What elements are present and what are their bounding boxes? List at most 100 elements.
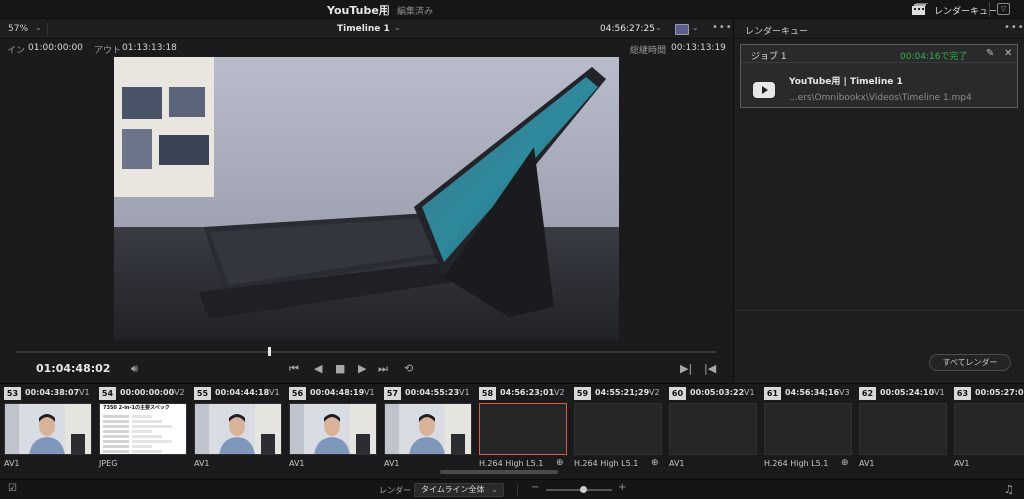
stop-icon[interactable]: ■ (335, 362, 345, 375)
render-queue-title: レンダーキュー (745, 27, 809, 37)
clip-track: V1 (459, 388, 470, 397)
edit-icon[interactable]: ✎ (986, 48, 994, 59)
clip-item[interactable]: 56 00:04:48:19 V1 AV1 (285, 384, 380, 479)
monitor-icon[interactable] (675, 24, 689, 35)
duration-value: 00:13:13:19 (671, 43, 726, 53)
render-all-button[interactable]: すべてレンダー (929, 354, 1011, 371)
chevron-down-icon[interactable]: ⌄ (35, 23, 42, 32)
divider (517, 484, 518, 496)
expand-icon[interactable]: ▽ (997, 3, 1010, 15)
render-label: レンダー (379, 486, 411, 495)
clip-codec: AV1 (4, 459, 20, 468)
play-icon[interactable]: ▶ (358, 362, 366, 375)
playhead[interactable] (268, 347, 271, 356)
render-queue-title-button[interactable]: レンダーキュー (934, 4, 997, 17)
divider (734, 310, 1024, 311)
play-reverse-icon[interactable]: ◀ (314, 362, 322, 375)
clip-timecode: 04:55:21;29 (595, 388, 650, 397)
link-icon: ⊕ (841, 458, 849, 468)
clip-item[interactable]: 59 04:55:21;29 V2 H.264 High L5.1 ⊕ (570, 384, 665, 479)
clip-item[interactable]: 60 00:05:03:22 V1 AV1 (665, 384, 760, 479)
music-note-icon[interactable]: ♫ (1004, 483, 1014, 496)
clip-thumbnail[interactable] (194, 403, 282, 455)
next-frame-icon[interactable]: ▶| (680, 362, 692, 375)
clip-codec: AV1 (954, 459, 970, 468)
clip-number: 60 (669, 387, 686, 400)
viewer-canvas[interactable] (0, 57, 732, 341)
render-job-card[interactable]: ジョブ 1 00:04:16で完了 ✎ ✕ YouTube用 | Timelin… (740, 44, 1018, 108)
render-queue-icon[interactable] (912, 3, 928, 15)
clip-item[interactable]: 57 00:04:55:23 V1 AV1 (380, 384, 475, 479)
job-status: 00:04:16で完了 (900, 52, 968, 62)
clip-codec: AV1 (194, 459, 210, 468)
clip-item[interactable]: 63 00:05:27:03 AV1 (950, 384, 1024, 479)
chevron-down-icon[interactable]: ⌄ (394, 23, 401, 32)
clip-number: 63 (954, 387, 971, 400)
clip-item[interactable]: 53 00:04:38:07 V1 AV1 (0, 384, 95, 479)
clip-track: V2 (649, 388, 660, 397)
person-thumbnail-image (5, 404, 91, 454)
zoom-out-icon[interactable]: − (531, 482, 539, 493)
source-timecode[interactable]: 04:56:27:25 (600, 24, 655, 34)
youtube-icon (753, 82, 775, 98)
clip-thumbnail[interactable] (479, 403, 567, 455)
title-separator (387, 4, 388, 15)
skip-to-end-icon[interactable]: ⏭︎ (378, 362, 388, 376)
clip-thumbnail[interactable] (669, 403, 757, 455)
clip-thumbnail[interactable] (764, 403, 852, 455)
clip-codec: AV1 (669, 459, 685, 468)
clip-number: 56 (289, 387, 306, 400)
clip-item[interactable]: 62 00:05:24:10 V1 AV1 (855, 384, 950, 479)
zoom-slider-knob[interactable] (580, 486, 587, 493)
clip-track: V2 (554, 388, 565, 397)
clip-codec: JPEG (99, 459, 118, 468)
volume-icon[interactable]: 🔊︎ (131, 362, 138, 376)
clip-track: V1 (364, 388, 375, 397)
timeline-name[interactable]: Timeline 1 (337, 24, 390, 34)
zoom-level[interactable]: 57% (8, 24, 28, 34)
timeline-scrubber[interactable] (16, 351, 716, 353)
clip-number: 54 (99, 387, 116, 400)
divider (989, 2, 990, 17)
skip-to-start-icon[interactable]: ⏮︎ (289, 362, 299, 376)
render-scope-select[interactable]: タイムライン全体 ⌄ (414, 483, 504, 497)
clip-number: 58 (479, 387, 496, 400)
clip-track: V2 (174, 388, 185, 397)
clip-timecode: 00:00:00:00 (120, 388, 175, 397)
clip-item[interactable]: 55 00:04:44:18 V1 AV1 (190, 384, 285, 479)
clip-item[interactable]: 61 04:56:34;16 V3 H.264 High L5.1 ⊕ (760, 384, 855, 479)
clip-thumbnail[interactable] (954, 403, 1024, 455)
transport-controls: 01:04:48:02 🔊︎ ⏮︎ ◀ ■ ▶ ⏭︎ ⟲ ▶| |◀ (0, 358, 732, 382)
chevron-down-icon[interactable]: ⌄ (655, 23, 662, 32)
clip-thumbnail[interactable] (574, 403, 662, 455)
more-options-icon[interactable]: ••• (1004, 22, 1024, 33)
document-thumbnail-image (100, 404, 186, 454)
video-frame-image (114, 57, 619, 341)
clip-thumbnail[interactable] (384, 403, 472, 455)
clip-thumbnail[interactable] (4, 403, 92, 455)
clip-thumbnail[interactable]: 7350 2-in-1の主要スペック (99, 403, 187, 455)
zoom-in-icon[interactable]: + (618, 482, 626, 493)
clip-codec: AV1 (859, 459, 875, 468)
close-icon[interactable]: ✕ (1004, 48, 1012, 59)
clip-thumbnail[interactable] (859, 403, 947, 455)
clip-timecode: 00:04:38:07 (25, 388, 80, 397)
chevron-down-icon: ⌄ (491, 485, 498, 494)
clip-timecode: 00:04:48:19 (310, 388, 365, 397)
link-icon: ⊕ (556, 458, 564, 468)
zoom-slider[interactable] (546, 489, 612, 491)
more-options-icon[interactable]: ••• (712, 22, 733, 33)
previous-frame-icon[interactable]: |◀ (704, 362, 716, 375)
checklist-icon[interactable]: ☑ (8, 483, 17, 494)
clip-thumbnail[interactable] (289, 403, 377, 455)
clip-item[interactable]: 54 00:00:00:00 V2 7350 2-in-1の主要スペック JPEG (95, 384, 190, 479)
clip-item[interactable]: 58 04:56:23;01 V2 H.264 High L5.1 ⊕ (475, 384, 570, 479)
clip-thumbnail-strip: 63 00:05:27:03 AV1 62 00:05:24:10 V1 AV1 61 04:5… (0, 383, 1024, 478)
clip-timecode: 00:05:03:22 (690, 388, 745, 397)
loop-icon[interactable]: ⟲ (404, 362, 413, 375)
chevron-down-icon[interactable]: ⌄ (692, 23, 699, 32)
clip-number: 59 (574, 387, 591, 400)
render-queue-panel: レンダーキュー ••• ジョブ 1 00:04:16で完了 ✎ ✕ YouTub… (733, 20, 1024, 382)
divider (47, 23, 48, 36)
horizontal-scrollbar[interactable] (440, 470, 558, 474)
